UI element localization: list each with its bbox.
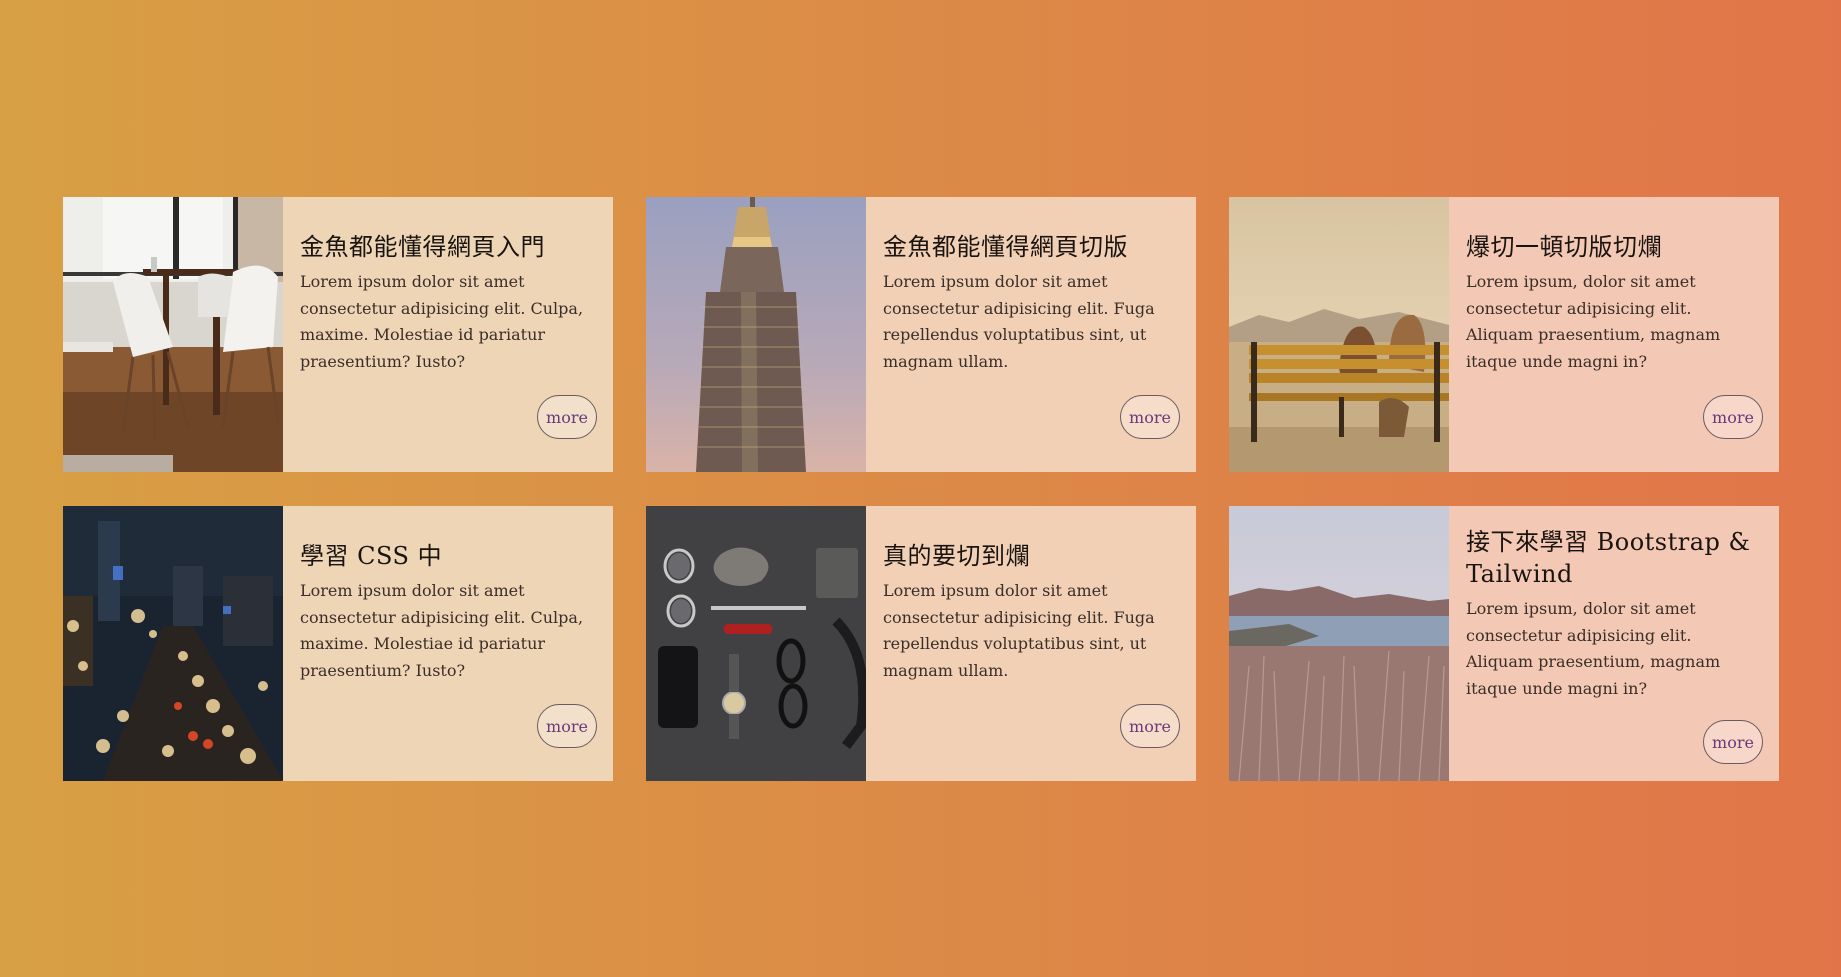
card-content: 學習 CSS 中 Lorem ipsum dolor sit amet cons… (283, 506, 613, 781)
card-title: 真的要切到爛 (883, 542, 1030, 570)
city-night-photo (63, 506, 283, 781)
card-title: 爆切一頓切版切爛 (1466, 233, 1662, 261)
card-content: 金魚都能懂得網頁切版 Lorem ipsum dolor sit amet co… (866, 197, 1196, 472)
course-card: 接下來學習 Bootstrap & Tailwind Lorem ipsum, … (1229, 506, 1779, 781)
course-card: 金魚都能懂得網頁切版 Lorem ipsum dolor sit amet co… (646, 197, 1196, 472)
coastal-landscape-photo (1229, 506, 1449, 781)
flatlay-accessories-photo (646, 506, 866, 781)
card-content: 真的要切到爛 Lorem ipsum dolor sit amet consec… (866, 506, 1196, 781)
couple-bench-photo (1229, 197, 1449, 472)
more-button[interactable]: more (1120, 704, 1180, 748)
card-description: Lorem ipsum dolor sit amet consectetur a… (300, 272, 584, 371)
card-content: 爆切一頓切版切爛 Lorem ipsum, dolor sit amet con… (1449, 197, 1779, 472)
card-grid: 金魚都能懂得網頁入門 Lorem ipsum dolor sit amet co… (63, 197, 1779, 781)
card-content: 接下來學習 Bootstrap & Tailwind Lorem ipsum, … (1449, 506, 1779, 781)
course-card: 學習 CSS 中 Lorem ipsum dolor sit amet cons… (63, 506, 613, 781)
more-button[interactable]: more (1703, 720, 1763, 764)
more-button[interactable]: more (1703, 395, 1763, 439)
card-title: 金魚都能懂得網頁入門 (300, 233, 545, 261)
card-description: Lorem ipsum dolor sit amet consectetur a… (883, 272, 1155, 371)
course-card: 爆切一頓切版切爛 Lorem ipsum, dolor sit amet con… (1229, 197, 1779, 472)
card-description: Lorem ipsum, dolor sit amet consectetur … (1466, 599, 1721, 698)
card-description: Lorem ipsum, dolor sit amet consectetur … (1466, 272, 1721, 371)
card-content: 金魚都能懂得網頁入門 Lorem ipsum dolor sit amet co… (283, 197, 613, 472)
card-title: 學習 CSS 中 (300, 542, 443, 570)
skyscraper-photo (646, 197, 866, 472)
card-title: 金魚都能懂得網頁切版 (883, 233, 1128, 261)
card-title: 接下來學習 Bootstrap & Tailwind (1466, 528, 1751, 588)
more-button[interactable]: more (537, 704, 597, 748)
course-card: 真的要切到爛 Lorem ipsum dolor sit amet consec… (646, 506, 1196, 781)
more-button[interactable]: more (537, 395, 597, 439)
card-description: Lorem ipsum dolor sit amet consectetur a… (883, 581, 1155, 680)
card-description: Lorem ipsum dolor sit amet consectetur a… (300, 581, 584, 680)
course-card: 金魚都能懂得網頁入門 Lorem ipsum dolor sit amet co… (63, 197, 613, 472)
more-button[interactable]: more (1120, 395, 1180, 439)
dining-room-photo (63, 197, 283, 472)
